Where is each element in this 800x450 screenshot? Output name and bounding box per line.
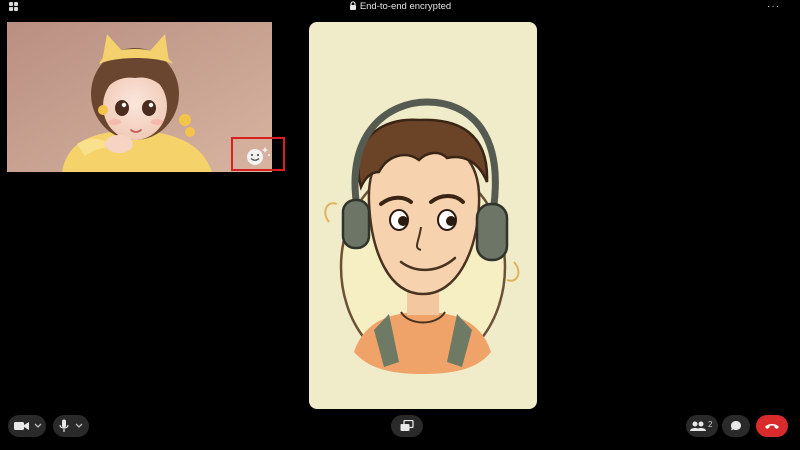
participants-button[interactable]: 2 [686, 415, 718, 437]
effects-button[interactable] [240, 143, 274, 167]
more-options-icon[interactable]: ··· [767, 2, 780, 12]
remote-participant-video [309, 22, 537, 409]
video-camera-icon [14, 422, 29, 430]
camera-toggle-button[interactable] [8, 415, 46, 437]
top-bar: End-to-end encrypted ··· [0, 0, 800, 14]
people-icon [690, 421, 706, 431]
chevron-down-icon[interactable] [34, 423, 42, 429]
hang-up-icon [765, 424, 779, 429]
chat-bubble-icon [731, 421, 741, 431]
switch-layout-button[interactable] [391, 415, 423, 437]
participants-count: 2 [708, 420, 713, 429]
chat-button[interactable] [722, 415, 750, 437]
switch-layout-icon [400, 420, 414, 431]
end-call-button[interactable] [756, 415, 788, 437]
smiley-sparkle-icon [247, 147, 270, 165]
chevron-down-icon[interactable] [75, 423, 83, 429]
encryption-status: End-to-end encrypted [0, 1, 800, 13]
lock-icon [349, 1, 356, 10]
microphone-toggle-button[interactable] [53, 415, 89, 437]
call-title: End-to-end encrypted [359, 1, 452, 12]
video-call-window: End-to-end encrypted ··· 2 [0, 0, 800, 450]
microphone-icon [59, 419, 69, 432]
remote-avatar [324, 98, 520, 374]
